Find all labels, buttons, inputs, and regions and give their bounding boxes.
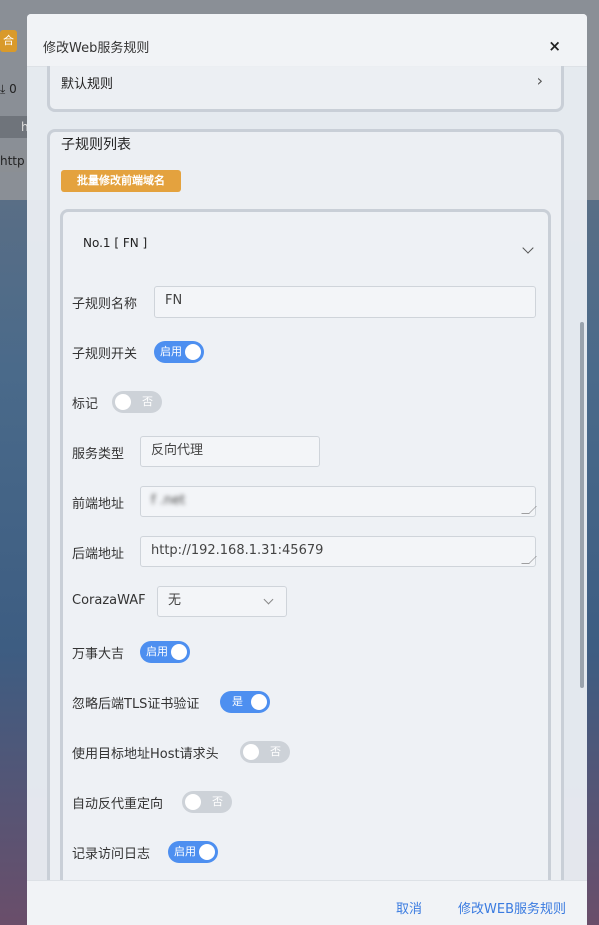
chevron-down-icon: [263, 594, 274, 605]
frontend-address-textarea[interactable]: f .net: [140, 486, 537, 517]
background-button: 合: [0, 30, 17, 52]
mark-label: 标记: [72, 397, 99, 412]
modal-title: 修改Web服务规则: [43, 41, 150, 56]
cancel-button[interactable]: 取消: [396, 898, 422, 917]
lucky-label: 万事大吉: [72, 647, 125, 662]
switch-label: 子规则开关: [72, 347, 138, 362]
batch-edit-domain-button[interactable]: 批量修改前端域名: [61, 170, 181, 192]
sub-rule-section-title: 子规则列表: [61, 137, 131, 153]
service-type-field[interactable]: 反向代理: [140, 436, 320, 467]
mark-toggle[interactable]: 否: [112, 391, 162, 413]
edit-web-rule-modal: 修改Web服务规则 × 默认规则 › 子规则列表 批量修改前端域名 No.1 […: [27, 14, 587, 925]
resize-grip-icon[interactable]: [521, 556, 537, 564]
chevron-down-icon[interactable]: [522, 242, 534, 254]
name-label: 子规则名称: [72, 297, 138, 312]
lucky-toggle[interactable]: 启用: [140, 641, 190, 663]
use-host-label: 使用目标地址Host请求头: [72, 747, 219, 762]
sub-rule-card: No.1 [ FN ] 子规则名称 FN 子规则开关 启用 标记 否 服务类型 …: [60, 209, 551, 880]
scrollbar-thumb[interactable]: [580, 322, 584, 688]
auto-redirect-label: 自动反代重定向: [72, 797, 164, 812]
backend-label: 后端地址: [72, 547, 125, 562]
modal-footer: 取消 修改WEB服务规则: [27, 880, 587, 925]
waf-select[interactable]: 无: [157, 586, 287, 617]
default-rule-label: 默认规则: [61, 77, 114, 92]
modal-header: 修改Web服务规则 ×: [27, 14, 587, 67]
chevron-right-icon: ›: [536, 71, 543, 90]
ignore-tls-label: 忽略后端TLS证书验证: [72, 697, 200, 712]
ignore-tls-toggle[interactable]: 是: [220, 691, 270, 713]
auto-redirect-toggle[interactable]: 否: [182, 791, 232, 813]
resize-grip-icon[interactable]: [521, 506, 537, 514]
access-log-toggle[interactable]: 启用: [168, 841, 218, 863]
name-input[interactable]: FN: [154, 286, 536, 318]
backend-address-textarea[interactable]: http://192.168.1.31:45679: [140, 536, 537, 567]
background-row: h: [0, 116, 30, 138]
modal-body[interactable]: 默认规则 › 子规则列表 批量修改前端域名 No.1 [ FN ] 子规则名称 …: [27, 66, 587, 880]
close-icon[interactable]: ×: [548, 37, 561, 55]
default-rule-card[interactable]: 默认规则 ›: [47, 66, 564, 112]
service-type-label: 服务类型: [72, 447, 125, 462]
background-download-text: ⤓ 0: [0, 82, 17, 96]
background-url: http: [0, 150, 30, 172]
waf-label: CorazaWAF: [72, 593, 146, 608]
submit-button[interactable]: 修改WEB服务规则: [458, 898, 566, 917]
sub-rule-list-card: 子规则列表 批量修改前端域名 No.1 [ FN ] 子规则名称 FN 子规则开…: [47, 129, 564, 880]
rule-header[interactable]: No.1 [ FN ]: [83, 236, 147, 250]
access-log-label: 记录访问日志: [72, 847, 151, 862]
frontend-label: 前端地址: [72, 497, 125, 512]
use-host-toggle[interactable]: 否: [240, 741, 290, 763]
sub-rule-switch-toggle[interactable]: 启用: [154, 341, 204, 363]
